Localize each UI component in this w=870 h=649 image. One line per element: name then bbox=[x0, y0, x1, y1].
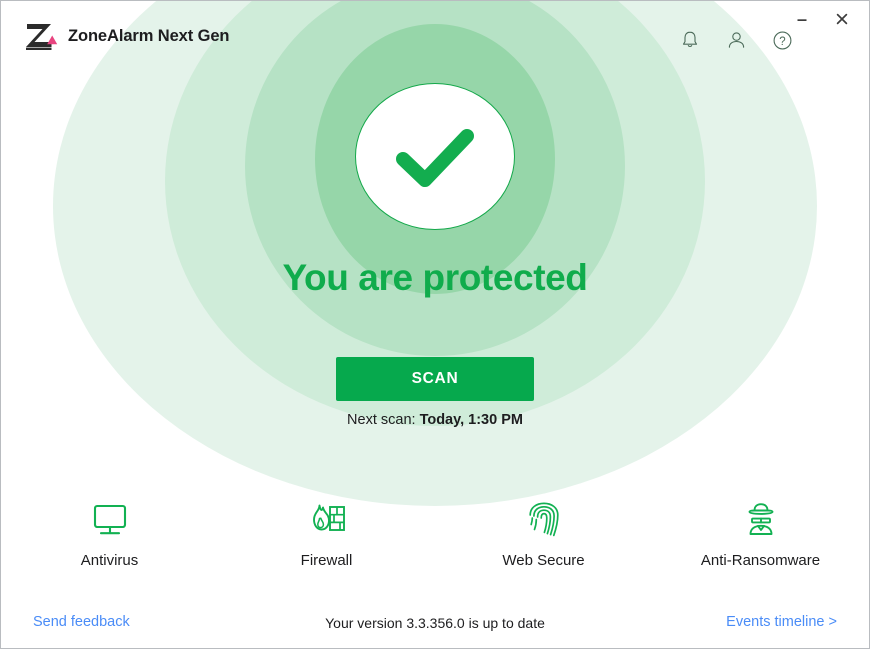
feature-icon-wrapper bbox=[527, 499, 561, 541]
account-button[interactable] bbox=[721, 25, 751, 55]
green-checkmark-icon bbox=[396, 128, 474, 187]
status-headline: You are protected bbox=[282, 257, 588, 298]
feature-antivirus[interactable]: Antivirus bbox=[1, 499, 218, 569]
feature-icon-wrapper bbox=[306, 499, 348, 541]
feature-shortcuts: Antivirus Firewall Web Secure Anti-Ranso… bbox=[1, 499, 869, 569]
feature-label: Web Secure bbox=[502, 552, 585, 569]
scan-button[interactable]: SCAN bbox=[336, 357, 534, 401]
feature-icon-wrapper bbox=[741, 499, 781, 541]
minimize-icon bbox=[797, 19, 807, 21]
close-icon bbox=[836, 13, 848, 25]
question-mark-circle-icon: ? bbox=[773, 31, 791, 49]
titlebar-tool-icons: ? bbox=[675, 25, 797, 55]
feature-label: Firewall bbox=[300, 552, 353, 569]
app-window: ZoneAlarm Next Gen ? You are protected S… bbox=[0, 0, 870, 649]
minimize-button[interactable] bbox=[789, 7, 815, 31]
feature-firewall[interactable]: Firewall bbox=[218, 499, 435, 569]
next-scan-info: Next scan: Today, 1:30 PM bbox=[1, 412, 869, 428]
zonealarm-z-logo-icon bbox=[26, 24, 58, 50]
bell-icon bbox=[682, 31, 698, 47]
close-button[interactable] bbox=[829, 7, 855, 31]
next-scan-label: Next scan: bbox=[347, 412, 416, 428]
notifications-button[interactable] bbox=[675, 25, 705, 55]
person-icon bbox=[728, 31, 744, 48]
events-timeline-link[interactable]: Events timeline > bbox=[726, 614, 837, 630]
next-scan-time: Today, 1:30 PM bbox=[419, 412, 523, 428]
feature-icon-wrapper bbox=[90, 499, 130, 541]
brand: ZoneAlarm Next Gen bbox=[23, 21, 230, 51]
status-circle bbox=[355, 83, 515, 230]
window-controls bbox=[789, 7, 855, 31]
svg-text:?: ? bbox=[779, 36, 785, 48]
feature-label: Anti-Ransomware bbox=[700, 552, 821, 569]
feature-anti-ransomware[interactable]: Anti-Ransomware bbox=[652, 499, 869, 569]
footer-bar: Send feedback Your version 3.3.356.0 is … bbox=[1, 596, 869, 648]
monitor-icon bbox=[93, 504, 126, 535]
fingerprint-icon bbox=[528, 502, 559, 537]
firewall-flame-brick-icon bbox=[312, 504, 345, 531]
app-title: ZoneAlarm Next Gen bbox=[68, 26, 230, 45]
spy-hacker-icon bbox=[748, 503, 773, 535]
title-bar: ZoneAlarm Next Gen ? bbox=[1, 1, 869, 63]
feature-web-secure[interactable]: Web Secure bbox=[435, 499, 652, 569]
feature-label: Antivirus bbox=[80, 552, 139, 569]
